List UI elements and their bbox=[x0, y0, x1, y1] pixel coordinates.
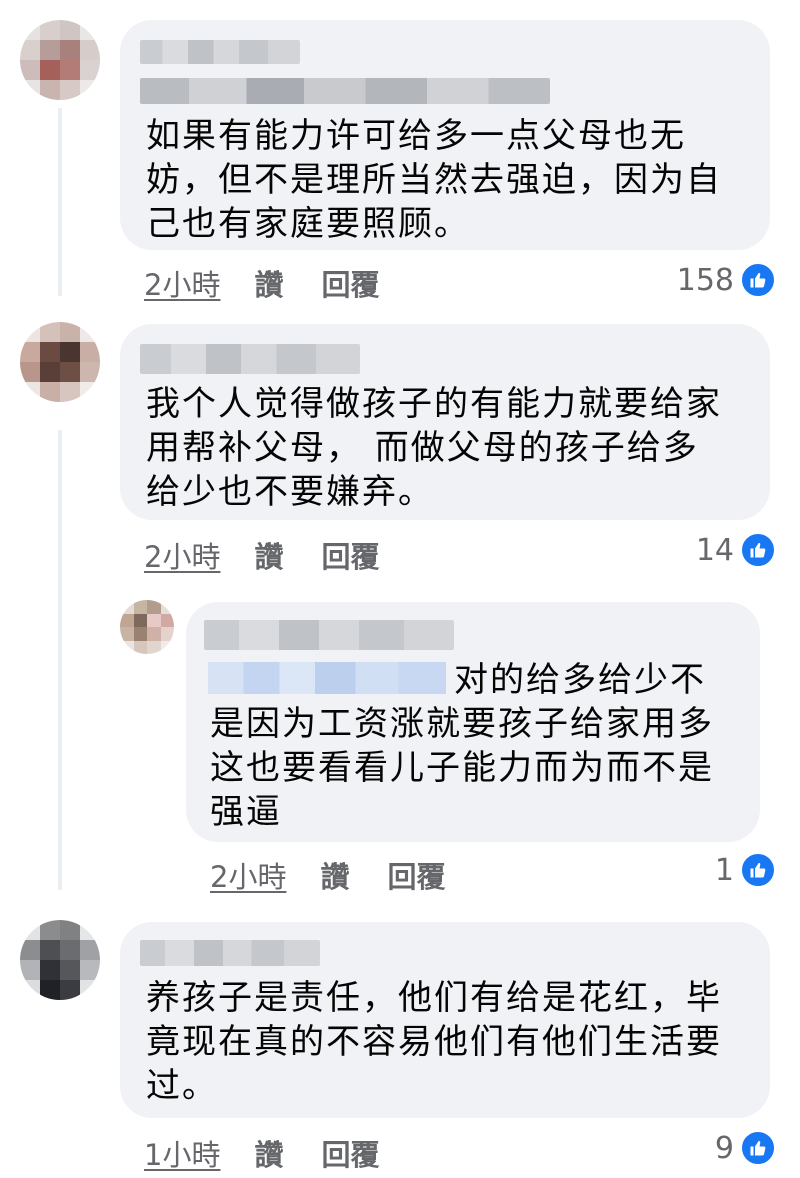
comment-actions: 1小時 讚 回覆 bbox=[144, 1132, 379, 1174]
thumbs-up-icon bbox=[740, 532, 776, 568]
reaction-count-value: 1 bbox=[714, 852, 734, 888]
comment-text: 我个人觉得做孩子的有能力就要给家 用帮补父母， 而做父母的孩子给多 给少也不要嫌… bbox=[146, 384, 722, 512]
thread-line bbox=[58, 430, 62, 890]
like-button[interactable]: 讚 bbox=[320, 854, 349, 896]
reaction-count[interactable]: 158 bbox=[677, 262, 776, 298]
comment-actions: 2小時 讚 回覆 bbox=[210, 854, 445, 896]
reaction-count[interactable]: 14 bbox=[696, 532, 776, 568]
reaction-count[interactable]: 1 bbox=[715, 852, 776, 888]
thread-line bbox=[58, 108, 62, 296]
thumbs-up-icon bbox=[740, 1130, 776, 1166]
author-name[interactable] bbox=[140, 344, 360, 374]
reaction-count[interactable]: 9 bbox=[715, 1130, 776, 1166]
avatar[interactable] bbox=[20, 20, 100, 100]
author-name bbox=[140, 78, 550, 104]
timestamp-link[interactable]: 2小時 bbox=[144, 534, 220, 576]
author-name[interactable] bbox=[140, 940, 320, 966]
comment-text: 养孩子是责任，他们有给是花红，毕 竟现在真的不容易他们有他们生活要 过。 bbox=[146, 978, 722, 1106]
comment-bubble: 养孩子是责任，他们有给是花红，毕 竟现在真的不容易他们有他们生活要 过。 bbox=[120, 922, 770, 1118]
reaction-count-value: 9 bbox=[714, 1130, 734, 1166]
thumbs-up-icon bbox=[740, 852, 776, 888]
reply-button[interactable]: 回覆 bbox=[321, 534, 379, 576]
comment-bubble: 如果有能力许可给多一点父母也无 妨，但不是理所当然去强迫，因为自 己也有家庭要照… bbox=[120, 20, 770, 250]
comment-bubble: 对的给多给少不 是因为工资涨就要孩子给家用多 这也要看看儿子能力而为而不是 强逼 bbox=[186, 602, 760, 842]
avatar[interactable] bbox=[20, 920, 100, 1000]
timestamp-link[interactable]: 2小時 bbox=[144, 262, 220, 304]
avatar[interactable] bbox=[120, 600, 174, 654]
like-button[interactable]: 讚 bbox=[254, 262, 283, 304]
reaction-count-value: 14 bbox=[695, 532, 734, 568]
reply-button[interactable]: 回覆 bbox=[321, 1132, 379, 1174]
author-name[interactable] bbox=[204, 620, 454, 650]
comment-text: 如果有能力许可给多一点父母也无 妨，但不是理所当然去强迫，因为自 己也有家庭要照… bbox=[146, 116, 722, 244]
timestamp-link[interactable]: 2小時 bbox=[210, 854, 286, 896]
comment-bubble: 我个人觉得做孩子的有能力就要给家 用帮补父母， 而做父母的孩子给多 给少也不要嫌… bbox=[120, 324, 770, 520]
thumbs-up-icon bbox=[740, 262, 776, 298]
reply-button[interactable]: 回覆 bbox=[387, 854, 445, 896]
comment-text: 对的给多给少不 是因为工资涨就要孩子给家用多 这也要看看儿子能力而为而不是 强逼 bbox=[210, 660, 714, 832]
author-name[interactable] bbox=[140, 40, 300, 64]
avatar[interactable] bbox=[20, 322, 100, 402]
reply-button[interactable]: 回覆 bbox=[321, 262, 379, 304]
reaction-count-value: 158 bbox=[676, 262, 734, 298]
comment-actions: 2小時 讚 回覆 bbox=[144, 262, 379, 304]
comment-actions: 2小時 讚 回覆 bbox=[144, 534, 379, 576]
like-button[interactable]: 讚 bbox=[254, 1132, 283, 1174]
timestamp-link[interactable]: 1小時 bbox=[144, 1132, 220, 1174]
like-button[interactable]: 讚 bbox=[254, 534, 283, 576]
